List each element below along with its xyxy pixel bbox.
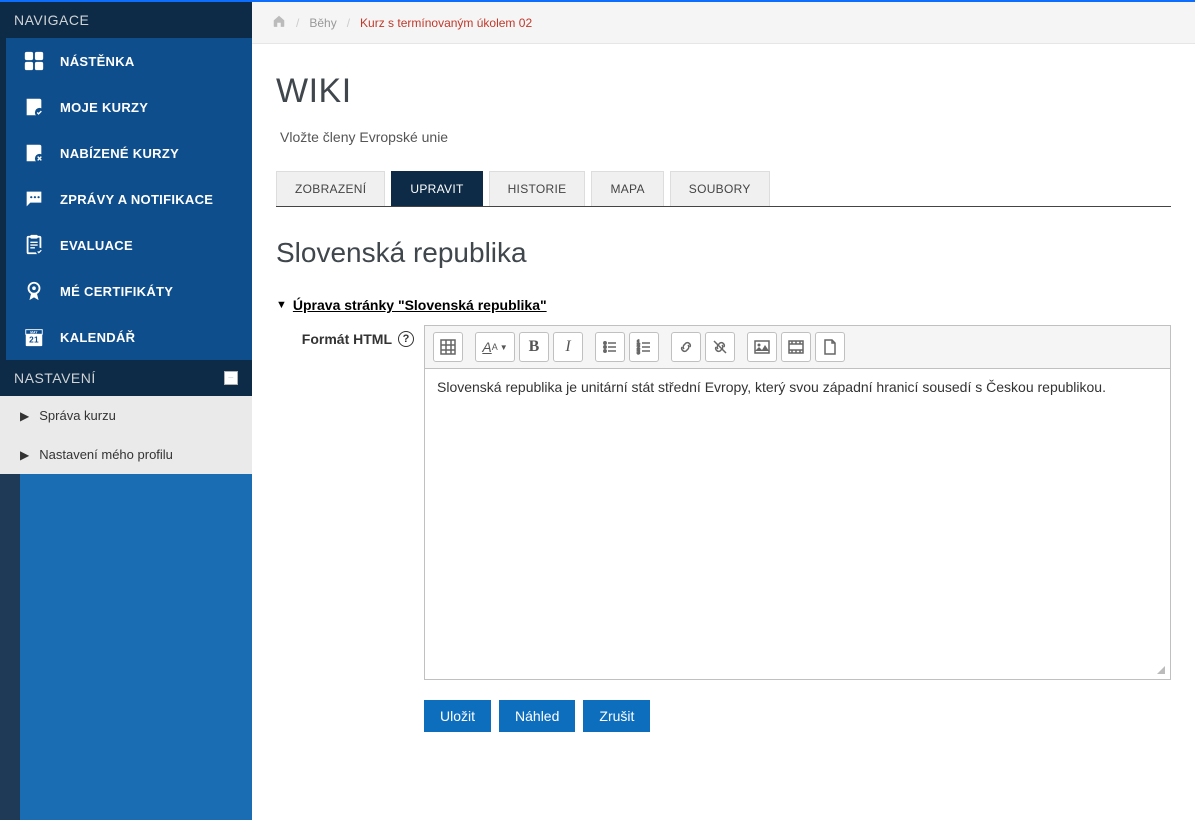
nav-item-label: NABÍZENÉ KURZY xyxy=(60,146,179,161)
settings-profile[interactable]: ▶ Nastavení mého profilu xyxy=(0,435,252,474)
section-title: Slovenská republika xyxy=(276,237,1171,269)
toolbar-video-button[interactable] xyxy=(781,332,811,362)
toolbar-unlink-button[interactable] xyxy=(705,332,735,362)
resize-handle-icon[interactable] xyxy=(1154,663,1166,675)
caret-right-icon: ▶ xyxy=(20,448,29,462)
form-row: Formát HTML ? AA▼ xyxy=(276,325,1171,680)
toolbar-font-button[interactable]: AA▼ xyxy=(475,332,515,362)
nav-list: NÁSTĚNKA MOJE KURZY NABÍZENÉ KURZY ZPRÁV… xyxy=(0,38,252,360)
toolbar-ul-button[interactable] xyxy=(595,332,625,362)
form-label: Formát HTML ? xyxy=(276,325,424,347)
nav-item-offered-courses[interactable]: NABÍZENÉ KURZY xyxy=(0,130,252,176)
nav-item-my-courses[interactable]: MOJE KURZY xyxy=(0,84,252,130)
dashboard-icon xyxy=(20,50,48,72)
format-label: Formát HTML xyxy=(302,331,392,347)
nav-item-evaluation[interactable]: EVALUACE xyxy=(0,222,252,268)
settings-heading: NASTAVENÍ − xyxy=(0,360,252,396)
home-icon[interactable] xyxy=(272,14,286,31)
svg-text:3: 3 xyxy=(637,350,640,355)
breadcrumb-sep: / xyxy=(296,16,299,30)
breadcrumb: / Běhy / Kurz s termínovaným úkolem 02 xyxy=(252,2,1195,44)
page-title: WIKI xyxy=(276,72,1171,111)
tab-map[interactable]: MAPA xyxy=(591,171,663,206)
collapse-label: Úprava stránky "Slovenská republika" xyxy=(293,297,547,313)
book-check-icon xyxy=(20,96,48,118)
settings-item-label: Správa kurzu xyxy=(39,408,116,423)
caret-right-icon: ▶ xyxy=(20,409,29,423)
toolbar-italic-button[interactable]: I xyxy=(553,332,583,362)
chat-icon xyxy=(20,188,48,210)
breadcrumb-link[interactable]: Běhy xyxy=(309,16,336,30)
toolbar-grid-button[interactable] xyxy=(433,332,463,362)
nav-item-label: EVALUACE xyxy=(60,238,133,253)
help-icon[interactable]: ? xyxy=(398,331,414,347)
nav-heading: NAVIGACE xyxy=(0,2,252,38)
tab-files[interactable]: SOUBORY xyxy=(670,171,770,206)
collapse-header[interactable]: ▼ Úprava stránky "Slovenská republika" xyxy=(276,297,1171,313)
nav-item-calendar[interactable]: MAY21 KALENDÁŘ xyxy=(0,314,252,360)
sidebar: NAVIGACE NÁSTĚNKA MOJE KURZY NABÍZENÉ KU… xyxy=(0,2,252,820)
editor: AA▼ B I 123 xyxy=(424,325,1171,680)
nav-item-label: KALENDÁŘ xyxy=(60,330,135,345)
preview-button[interactable]: Náhled xyxy=(499,700,575,732)
nav-heading-label: NAVIGACE xyxy=(14,12,89,28)
nav-item-certificates[interactable]: MÉ CERTIFIKÁTY xyxy=(0,268,252,314)
svg-text:MAY: MAY xyxy=(30,331,38,335)
svg-text:21: 21 xyxy=(29,336,39,345)
page-subtitle: Vložte členy Evropské unie xyxy=(276,129,1171,145)
tab-edit[interactable]: UPRAVIT xyxy=(391,171,482,206)
editor-toolbar: AA▼ B I 123 xyxy=(425,326,1170,369)
toolbar-link-button[interactable] xyxy=(671,332,701,362)
toolbar-ol-button[interactable]: 123 xyxy=(629,332,659,362)
toolbar-file-button[interactable] xyxy=(815,332,845,362)
main: / Běhy / Kurz s termínovaným úkolem 02 W… xyxy=(252,2,1195,820)
settings-list: ▶ Správa kurzu ▶ Nastavení mého profilu xyxy=(0,396,252,474)
calendar-icon: MAY21 xyxy=(20,326,48,348)
nav-item-label: ZPRÁVY A NOTIFIKACE xyxy=(60,192,213,207)
button-row: Uložit Náhled Zrušit xyxy=(276,680,1171,732)
settings-item-label: Nastavení mého profilu xyxy=(39,447,173,462)
editor-textarea[interactable]: Slovenská republika je unitární stát stř… xyxy=(425,369,1170,679)
breadcrumb-sep: / xyxy=(347,16,350,30)
save-button[interactable]: Uložit xyxy=(424,700,491,732)
tab-history[interactable]: HISTORIE xyxy=(489,171,586,206)
nav-item-label: NÁSTĚNKA xyxy=(60,54,135,69)
nav-item-label: MOJE KURZY xyxy=(60,100,148,115)
toolbar-bold-button[interactable]: B xyxy=(519,332,549,362)
nav-item-label: MÉ CERTIFIKÁTY xyxy=(60,284,173,299)
nav-item-dashboard[interactable]: NÁSTĚNKA xyxy=(0,38,252,84)
toolbar-image-button[interactable] xyxy=(747,332,777,362)
cancel-button[interactable]: Zrušit xyxy=(583,700,650,732)
book-x-icon xyxy=(20,142,48,164)
nav-item-messages[interactable]: ZPRÁVY A NOTIFIKACE xyxy=(0,176,252,222)
settings-heading-label: NASTAVENÍ xyxy=(14,370,96,386)
editor-content: Slovenská republika je unitární stát stř… xyxy=(437,379,1106,395)
tabs: ZOBRAZENÍ UPRAVIT HISTORIE MAPA SOUBORY xyxy=(276,171,1171,207)
breadcrumb-active[interactable]: Kurz s termínovaným úkolem 02 xyxy=(360,16,532,30)
settings-course-admin[interactable]: ▶ Správa kurzu xyxy=(0,396,252,435)
award-icon xyxy=(20,280,48,302)
tab-view[interactable]: ZOBRAZENÍ xyxy=(276,171,385,206)
chevron-down-icon: ▼ xyxy=(276,299,287,311)
collapse-icon[interactable]: − xyxy=(224,371,238,385)
clipboard-icon xyxy=(20,234,48,256)
